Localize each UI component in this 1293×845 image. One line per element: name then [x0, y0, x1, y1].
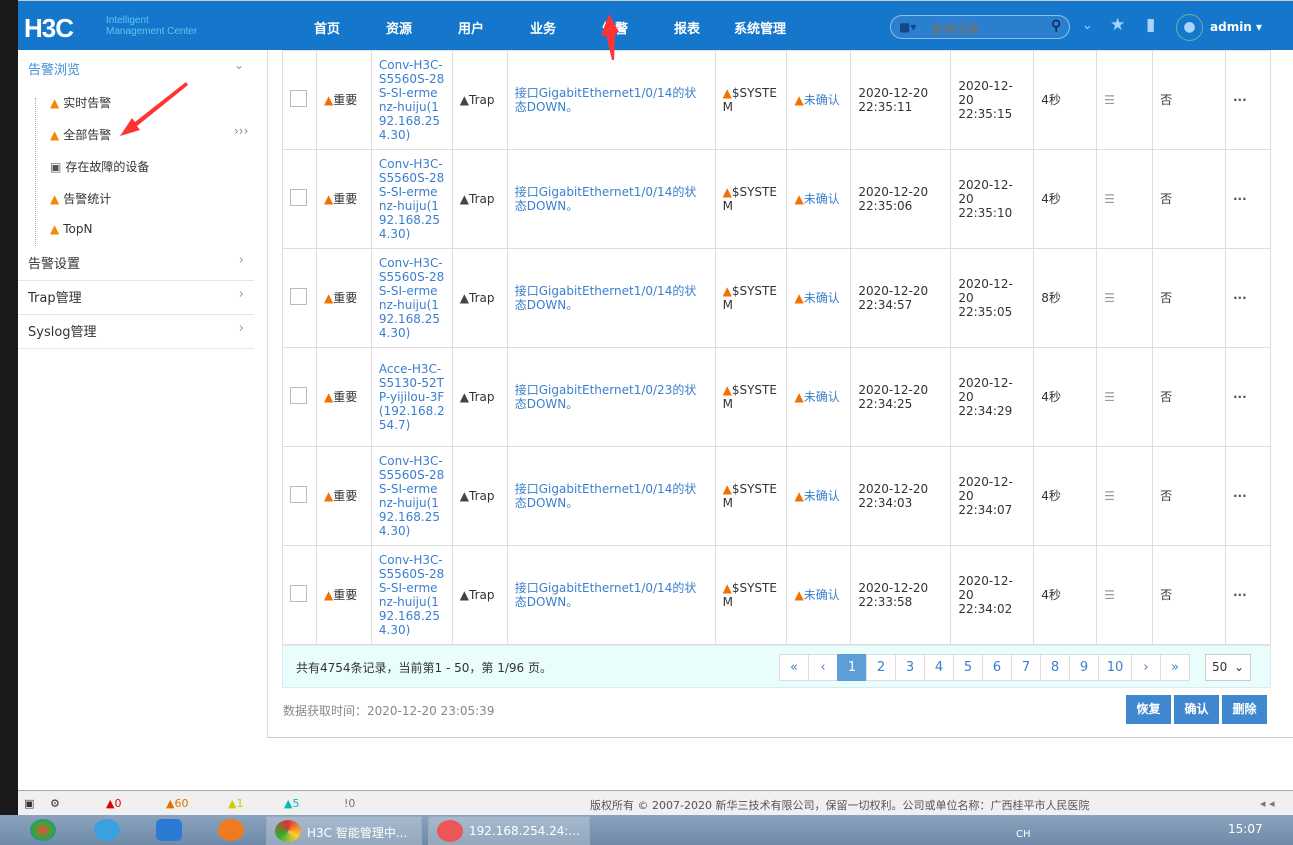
warning-count[interactable]: ▲5	[284, 797, 299, 810]
task-remote[interactable]: 192.168.254.24:...	[428, 816, 590, 845]
settings-icon: ⚙	[50, 797, 60, 810]
info-count[interactable]: !0	[344, 797, 355, 810]
panel-icon: ▣	[24, 797, 35, 810]
start-icon[interactable]	[30, 819, 56, 841]
arrow-annotation	[120, 82, 188, 136]
arrow-annotation	[601, 14, 619, 60]
lang-indicator[interactable]: CH	[1016, 829, 1031, 840]
critical-count[interactable]: ▲0	[106, 797, 121, 810]
major-count[interactable]: ▲60	[166, 797, 188, 810]
taskbar: H3C 智能管理中... 192.168.254.24:... CH 15:07	[0, 815, 1293, 845]
scroll-left-icon[interactable]: ◂ ◂	[1260, 797, 1275, 810]
minor-count[interactable]: ▲1	[228, 797, 243, 810]
ie-icon[interactable]	[94, 819, 120, 841]
task-h3c[interactable]: H3C 智能管理中...	[266, 816, 422, 845]
annotation-arrows	[120, 14, 619, 136]
status-bar: ▣ ⚙ ▲0 ▲60 ▲1 ▲5 !0 版权所有 © 2007-2020 新华三技…	[18, 790, 1293, 815]
clock[interactable]: 15:07	[1228, 822, 1263, 836]
firefox-icon[interactable]	[218, 819, 244, 841]
teamviewer-icon[interactable]	[156, 819, 182, 841]
copyright: 版权所有 © 2007-2020 新华三技术有限公司，保留一切权利。公司或单位名…	[590, 799, 1090, 812]
